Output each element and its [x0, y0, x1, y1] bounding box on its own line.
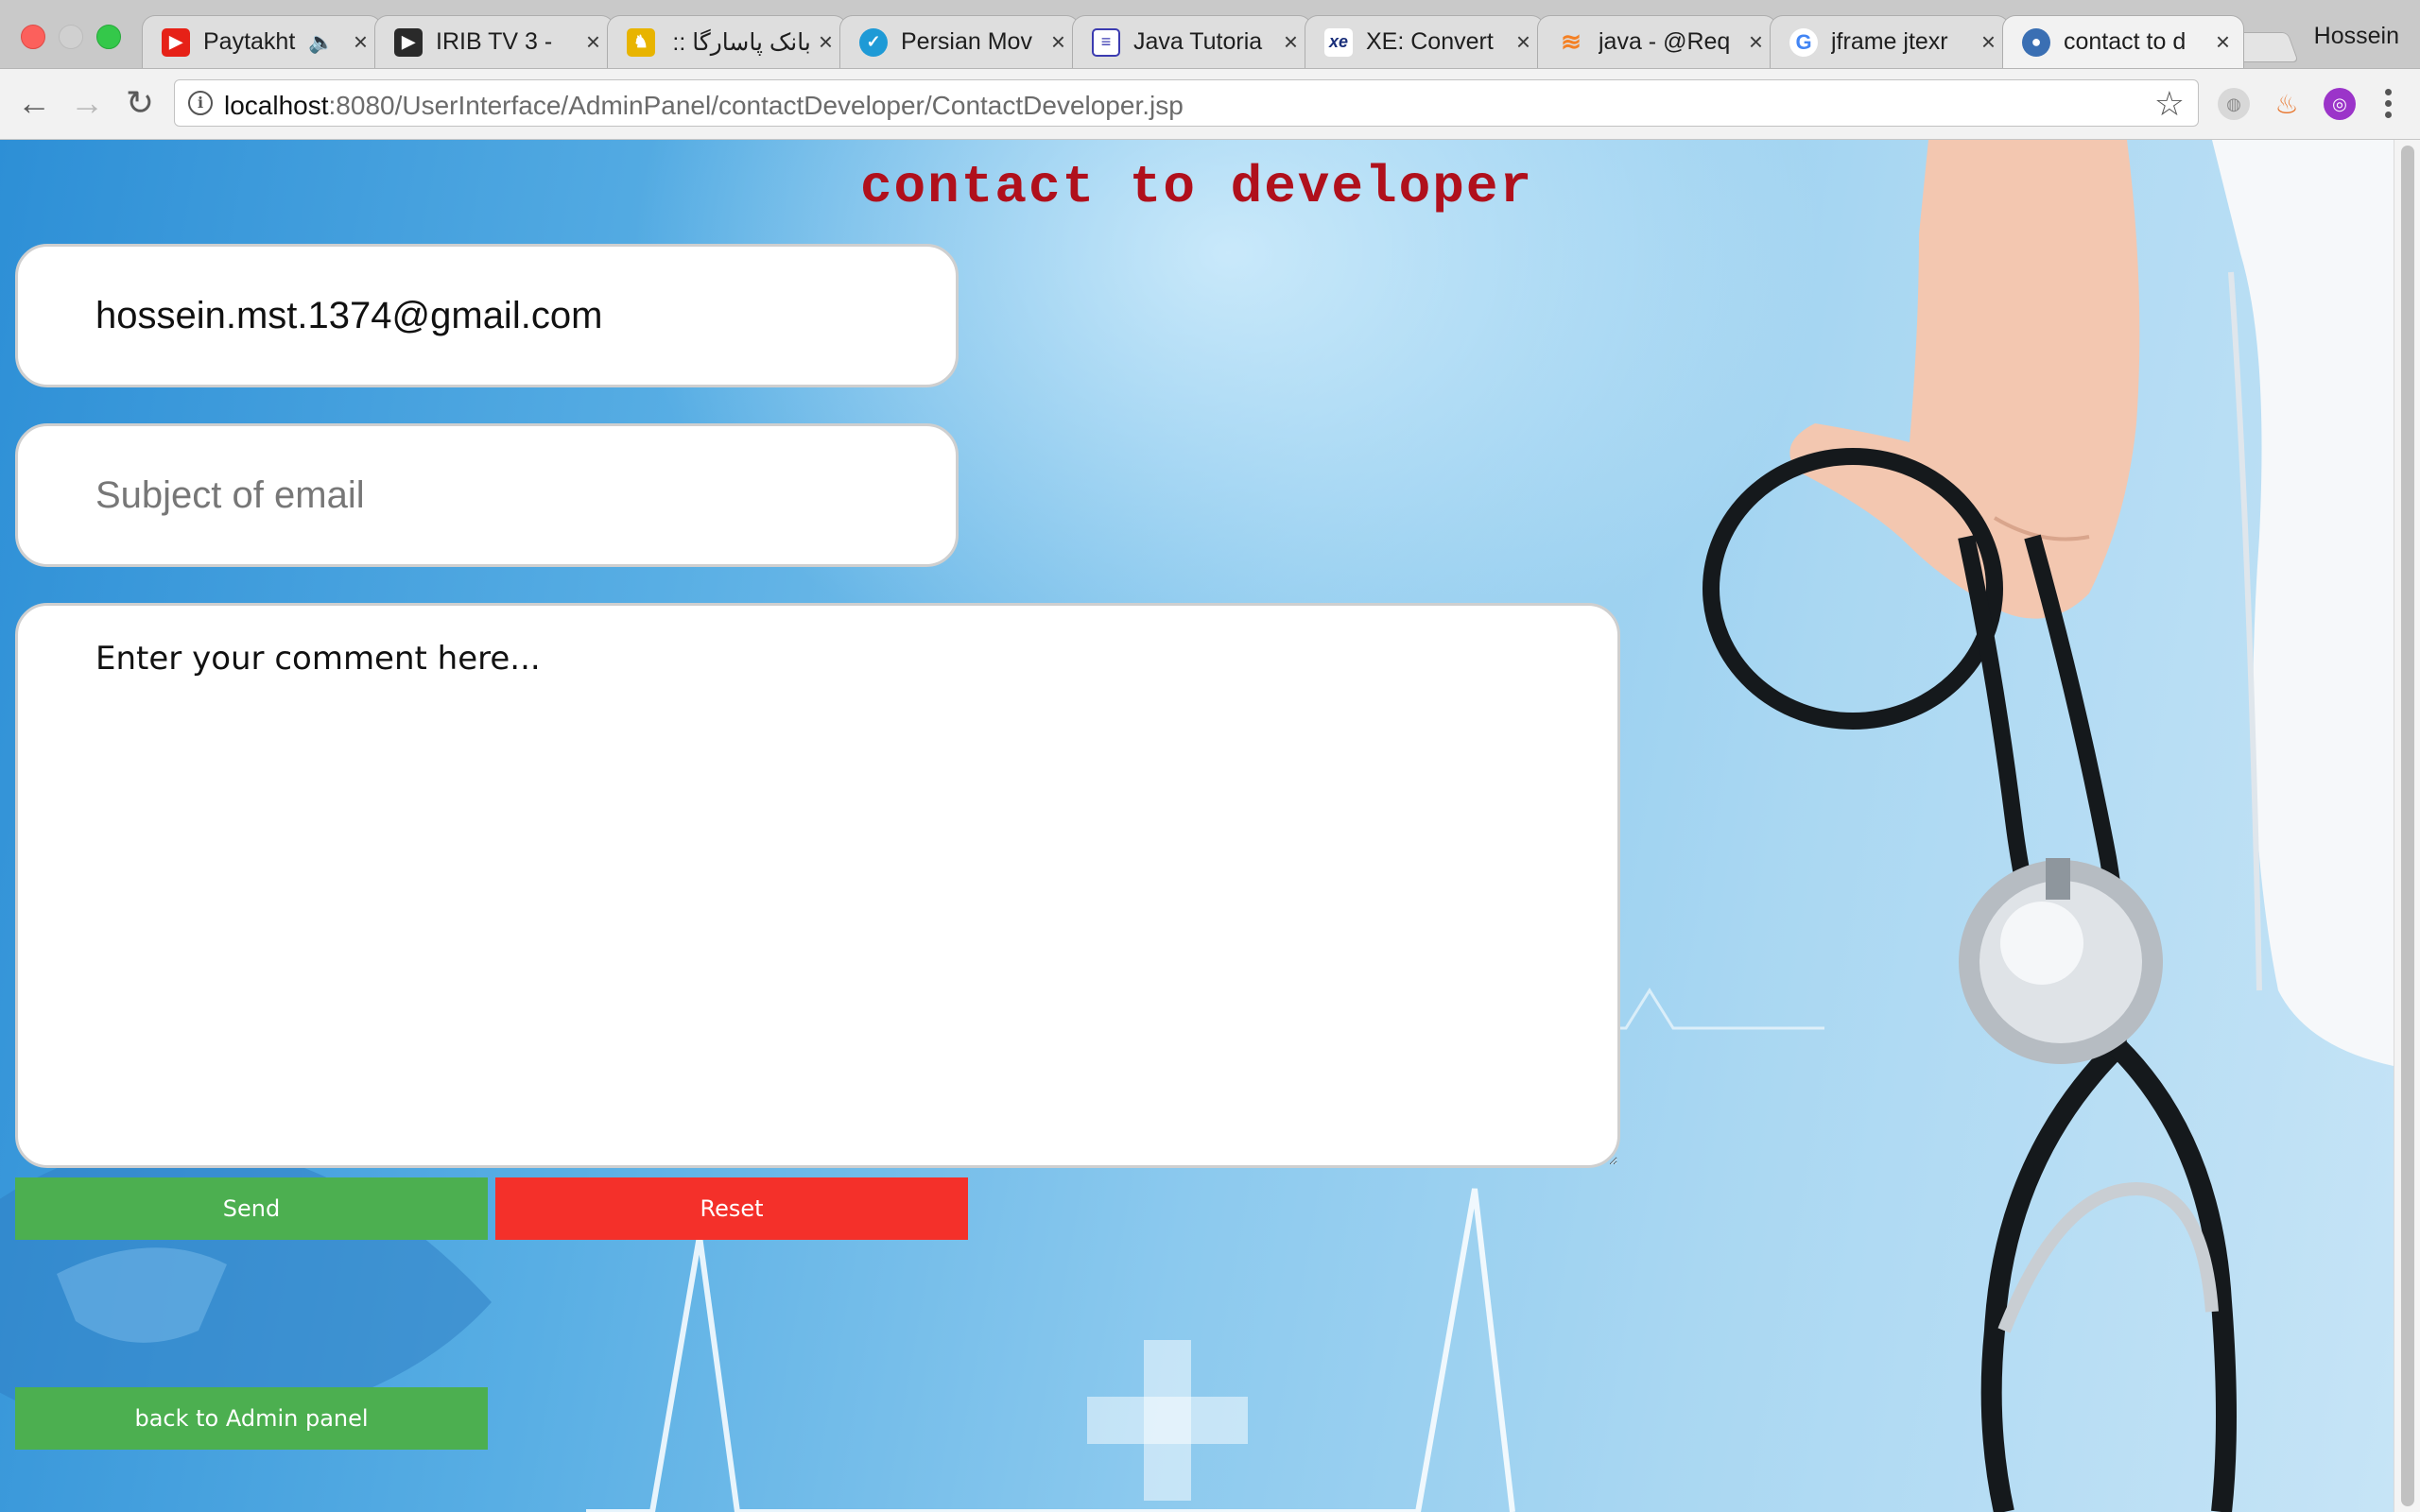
- tab-irib-tv3[interactable]: ▶ IRIB TV 3 - ×: [374, 15, 614, 68]
- page-viewport: contact to developer Send Reset back to …: [0, 140, 2394, 1512]
- speaker-icon[interactable]: 🔈: [308, 30, 334, 55]
- bird-icon: ✓: [859, 27, 888, 57]
- minimize-window-button[interactable]: [59, 25, 83, 49]
- close-tab-icon[interactable]: ×: [1284, 27, 1298, 57]
- url-host: localhost: [224, 91, 329, 120]
- bookmark-star-icon[interactable]: ☆: [2154, 84, 2185, 124]
- tab-title: contact to d: [2064, 28, 2187, 55]
- send-button[interactable]: Send: [15, 1177, 488, 1240]
- maximize-window-button[interactable]: [96, 25, 121, 49]
- play-icon: ▶: [394, 27, 423, 57]
- flame-icon[interactable]: ♨: [2271, 88, 2303, 120]
- bank-icon: ♞: [627, 27, 655, 57]
- url-text[interactable]: localhost:8080/UserInterface/AdminPanel/…: [224, 91, 1184, 121]
- close-window-button[interactable]: [21, 25, 45, 49]
- close-tab-icon[interactable]: ×: [1981, 27, 1996, 57]
- url-path: :8080/UserInterface/AdminPanel/contactDe…: [328, 91, 1184, 120]
- tab-title: بانک پاسارگا ::: [672, 28, 811, 56]
- tab-title: Java Tutoria: [1133, 28, 1263, 55]
- xe-icon: xe: [1324, 27, 1353, 57]
- close-tab-icon[interactable]: ×: [819, 27, 833, 57]
- browser-window: ▶ Paytakht 🔈 × ▶ IRIB TV 3 - × ♞ بانک پا…: [0, 0, 2420, 1512]
- scrollbar-thumb[interactable]: [2401, 146, 2414, 1506]
- tab-title: jframe jtexr: [1831, 28, 1948, 55]
- vertical-scrollbar[interactable]: [2394, 140, 2420, 1512]
- tab-contact-developer[interactable]: ● contact to d ×: [2002, 15, 2244, 68]
- tutorial-icon: ≡: [1092, 27, 1120, 57]
- close-tab-icon[interactable]: ×: [2216, 27, 2230, 57]
- close-tab-icon[interactable]: ×: [1749, 27, 1763, 57]
- user-icon: ●: [2022, 27, 2050, 57]
- forward-arrow-icon[interactable]: →: [66, 82, 108, 124]
- google-icon: G: [1789, 27, 1818, 57]
- info-icon[interactable]: i: [188, 91, 213, 115]
- subject-field[interactable]: [15, 423, 959, 567]
- address-bar[interactable]: i localhost:8080/UserInterface/AdminPane…: [174, 79, 2199, 127]
- reload-icon[interactable]: ↻: [119, 82, 161, 124]
- tab-strip: ▶ Paytakht 🔈 × ▶ IRIB TV 3 - × ♞ بانک پا…: [0, 0, 2420, 69]
- profile-name[interactable]: Hossein: [2314, 23, 2399, 50]
- reset-button[interactable]: Reset: [495, 1177, 968, 1240]
- tab-stackoverflow[interactable]: ≋ java - @Req ×: [1537, 15, 1777, 68]
- comment-textarea[interactable]: [15, 603, 1620, 1168]
- tab-bank-pasargad[interactable]: ♞ بانک پاسارگا :: ×: [607, 15, 847, 68]
- browser-toolbar: ← → ↻ i localhost:8080/UserInterface/Adm…: [0, 69, 2420, 140]
- tab-java-tutorial[interactable]: ≡ Java Tutoria ×: [1072, 15, 1312, 68]
- tab-title: XE: Convert: [1366, 28, 1494, 55]
- close-tab-icon[interactable]: ×: [1516, 27, 1530, 57]
- stackoverflow-icon: ≋: [1561, 27, 1582, 56]
- back-to-admin-panel-button[interactable]: back to Admin panel: [15, 1387, 488, 1450]
- close-tab-icon[interactable]: ×: [586, 27, 600, 57]
- tab-title: IRIB TV 3 -: [436, 28, 553, 55]
- close-tab-icon[interactable]: ×: [1051, 27, 1065, 57]
- tab-title: Persian Mov: [901, 28, 1032, 55]
- youtube-icon: ▶: [162, 27, 190, 57]
- tab-google-search[interactable]: G jframe jtexr ×: [1770, 15, 2010, 68]
- menu-icon[interactable]: [2377, 82, 2399, 124]
- tab-persian-movie[interactable]: ✓ Persian Mov ×: [839, 15, 1080, 68]
- globe-icon[interactable]: ◍: [2218, 88, 2250, 120]
- tab-xe-convert[interactable]: xe XE: Convert ×: [1305, 15, 1545, 68]
- email-field[interactable]: [15, 244, 959, 387]
- tab-paytakht[interactable]: ▶ Paytakht 🔈 ×: [142, 15, 382, 68]
- close-tab-icon[interactable]: ×: [354, 27, 368, 57]
- tab-title: java - @Req: [1599, 28, 1731, 55]
- tab-title: Paytakht: [203, 28, 296, 55]
- vpn-extension-icon[interactable]: ◎: [2324, 88, 2356, 120]
- page-title: contact to developer: [859, 157, 1534, 217]
- back-arrow-icon[interactable]: ←: [13, 82, 55, 124]
